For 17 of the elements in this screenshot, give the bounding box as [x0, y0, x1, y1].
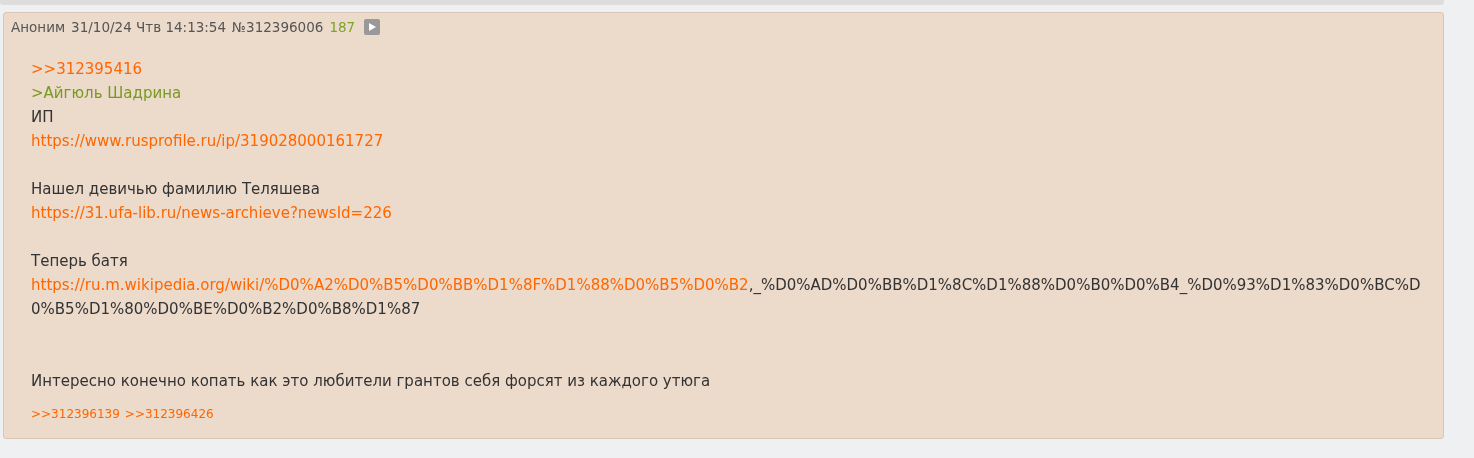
reply-link[interactable]: >>312396139 — [31, 407, 120, 421]
reply-link[interactable]: >>312395416 — [31, 60, 143, 78]
reply-link[interactable]: >>312396426 — [124, 407, 214, 421]
url-link[interactable]: https://ru.m.wikipedia.org/wiki/%D0%A2%D0%B5%D0%BB%D1%8F%D1%88%D0%B5%D0%B2 — [31, 276, 749, 294]
post-text: https://ru.m.wikipedia.org/wiki/%D0%A2%D0%B5%D0%BB%D1%8F%D1%88%D0%B5%D0%B2,_%D0%AD%D0%BB%D1%8C%D1%88%D0%B0%D0%B4_%D0%93%D1%83%D0%BC%D0%B5%D1%80%D0%BE%D0%B2%D0%B8%D1%87 — [31, 275, 1421, 320]
post-text: Нашел девичью фамилию Теляшева — [31, 180, 320, 198]
post-text: ИП — [31, 108, 54, 126]
post-count: 187 — [329, 19, 356, 35]
url-link[interactable]: https://www.rusprofile.ru/ip/319028000161727 — [31, 132, 384, 150]
post-text: Теперь батя — [31, 252, 128, 270]
post-number[interactable]: №312396006 — [232, 19, 324, 35]
quote-text: >Айгюль Шадрина — [31, 84, 182, 102]
play-icon[interactable] — [364, 19, 381, 35]
post-date: 31/10/24 Чтв 14:13:54 — [71, 19, 227, 35]
post-author: Аноним — [11, 19, 66, 35]
post-text: Интересно конечно копать как это любители грантов себя форсят из каждого утюга — [31, 372, 711, 390]
url-link[interactable]: https://31.ufa-lib.ru/news-archieve?newsId=226 — [31, 204, 392, 222]
